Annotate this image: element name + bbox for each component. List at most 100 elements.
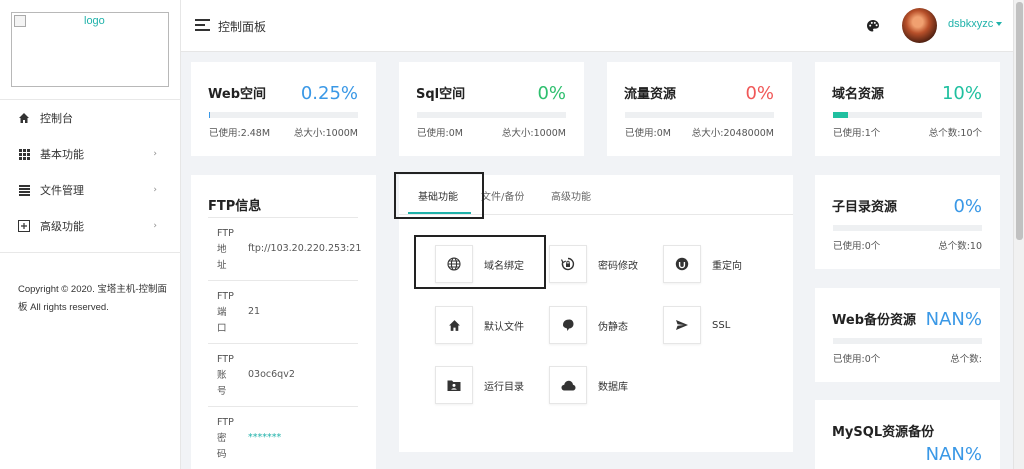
used-text: 已使用:1个	[833, 128, 881, 139]
caret-down-icon	[996, 22, 1003, 27]
highlight-box-tab	[394, 172, 484, 219]
feature-default-file[interactable]: 默认文件	[435, 306, 549, 344]
features-card: 基础功能 文件/备份 高级功能 域名绑定 密码修改 重定向 默认文件 伪静态 S…	[394, 172, 793, 452]
feature-rewrite[interactable]: 伪静态	[549, 306, 663, 344]
feature-label: 运行目录	[484, 381, 524, 393]
stat-card-web: Web空间 0.25% 已使用:2.48M 总大小:1000M	[191, 62, 376, 156]
ftp-label: FTP密码	[217, 417, 234, 460]
total-text: 总个数:	[950, 354, 982, 365]
total-text: 总大小:2048000M	[691, 128, 774, 139]
total-text: 总个数:10个	[928, 128, 982, 139]
tab-file-backup[interactable]: 文件/备份	[481, 188, 524, 203]
ftp-value: *******	[248, 432, 282, 443]
stat-percent: NAN%	[925, 444, 982, 465]
total-text: 总个数:10	[938, 241, 982, 252]
hamburger-menu-icon[interactable]	[195, 19, 210, 31]
progress-bar	[833, 338, 982, 344]
ftp-label: FTP地址	[217, 228, 234, 271]
ftp-value: 03oc6qv2	[248, 369, 295, 380]
feature-password-change[interactable]: 密码修改	[549, 245, 663, 283]
stat-card-web-backup: Web备份资源 NAN% 已使用:0个 总个数:	[815, 288, 1000, 382]
feature-label: 默认文件	[484, 321, 524, 333]
total-text: 总大小:1000M	[501, 128, 566, 139]
redirect-icon	[663, 245, 701, 283]
user-menu[interactable]: dsbkxyzc	[948, 18, 1003, 30]
home-icon	[435, 306, 473, 344]
ftp-row-account: FTP账号 03oc6qv2	[208, 343, 358, 406]
feature-label: SSL	[712, 319, 731, 331]
sidebar-divider	[0, 252, 181, 253]
progress-bar	[833, 112, 982, 118]
feature-label: 伪静态	[598, 321, 628, 333]
list-icon	[17, 183, 31, 197]
logo-alt-text: logo	[84, 15, 105, 27]
stat-card-domain: 域名资源 10% 已使用:1个 总个数:10个	[815, 62, 1000, 156]
sidebar: logo 控制台 基本功能 › 文件管理 › 高级功能 › Copyright …	[0, 0, 181, 469]
ftp-label: FTP端口	[217, 291, 234, 334]
top-header: 控制面板 dsbkxyzc	[181, 0, 1013, 52]
palette-icon[interactable]	[866, 18, 880, 32]
progress-bar	[417, 112, 566, 118]
plus-square-icon	[17, 219, 31, 233]
stat-title: 域名资源	[832, 87, 885, 102]
sidebar-item-files[interactable]: 文件管理 ›	[0, 172, 181, 208]
sidebar-item-console[interactable]: 控制台	[0, 100, 181, 136]
stat-title: MySQL资源备份	[832, 425, 935, 440]
used-text: 已使用:0M	[625, 128, 671, 139]
sidebar-item-advanced[interactable]: 高级功能 ›	[0, 208, 181, 244]
stat-card-sql: Sql空间 0% 已使用:0M 总大小:1000M	[399, 62, 584, 156]
stat-card-mysql-backup: MySQL资源备份 NAN%	[815, 400, 1000, 469]
stat-title: Web空间	[208, 87, 266, 102]
ftp-label: FTP账号	[217, 354, 234, 397]
progress-bar	[625, 112, 774, 118]
feature-run-directory[interactable]: 运行目录	[435, 366, 549, 404]
sidebar-item-label: 控制台	[40, 112, 73, 125]
avatar[interactable]	[902, 8, 937, 43]
ftp-info-card: FTP信息 FTP地址 ftp://103.20.220.253:21 FTP端…	[191, 175, 376, 469]
sidebar-menu: 控制台 基本功能 › 文件管理 › 高级功能 ›	[0, 100, 181, 244]
progress-fill	[209, 112, 211, 118]
stat-title: Web备份资源	[832, 313, 916, 328]
page-scrollbar[interactable]	[1013, 0, 1024, 469]
stat-percent: 0%	[953, 196, 982, 217]
chevron-right-icon: ›	[153, 185, 157, 195]
ftp-row-address: FTP地址 ftp://103.20.220.253:21	[208, 217, 361, 280]
ftp-row-port: FTP端口 21	[208, 280, 358, 343]
progress-fill	[833, 112, 848, 118]
stat-title: 流量资源	[624, 87, 677, 102]
scroll-thumb[interactable]	[1016, 2, 1023, 240]
logo[interactable]: logo	[11, 12, 169, 87]
broken-image-icon	[14, 15, 26, 27]
feature-database[interactable]: 数据库	[549, 366, 663, 404]
progress-bar	[209, 112, 358, 118]
stat-percent: 0%	[537, 83, 566, 104]
leaf-icon	[549, 306, 587, 344]
ftp-row-password: FTP密码 *******	[208, 406, 358, 469]
feature-ssl[interactable]: SSL	[663, 306, 777, 344]
sidebar-item-label: 高级功能	[40, 220, 84, 233]
grid-icon	[17, 147, 31, 161]
stat-percent: 0.25%	[300, 83, 358, 104]
folder-user-icon	[435, 366, 473, 404]
progress-bar	[833, 225, 982, 231]
stat-percent: NAN%	[925, 309, 982, 330]
tab-advanced[interactable]: 高级功能	[551, 188, 591, 203]
sidebar-item-basic[interactable]: 基本功能 ›	[0, 136, 181, 172]
used-text: 已使用:0个	[833, 241, 881, 252]
used-text: 已使用:0M	[417, 128, 463, 139]
used-text: 已使用:2.48M	[209, 128, 271, 139]
feature-label: 密码修改	[598, 260, 638, 272]
home-icon	[17, 111, 31, 125]
username: dsbkxyzc	[948, 18, 994, 30]
chevron-right-icon: ›	[153, 221, 157, 231]
cloud-icon	[549, 366, 587, 404]
chevron-right-icon: ›	[153, 149, 157, 159]
stat-percent: 10%	[941, 83, 982, 104]
feature-label: 重定向	[712, 260, 742, 272]
ftp-title: FTP信息	[208, 199, 262, 214]
feature-redirect[interactable]: 重定向	[663, 245, 777, 283]
used-text: 已使用:0个	[833, 354, 881, 365]
highlight-box-feature	[414, 235, 546, 289]
stat-card-subdir: 子目录资源 0% 已使用:0个 总个数:10	[815, 175, 1000, 269]
sidebar-item-label: 文件管理	[40, 184, 84, 197]
